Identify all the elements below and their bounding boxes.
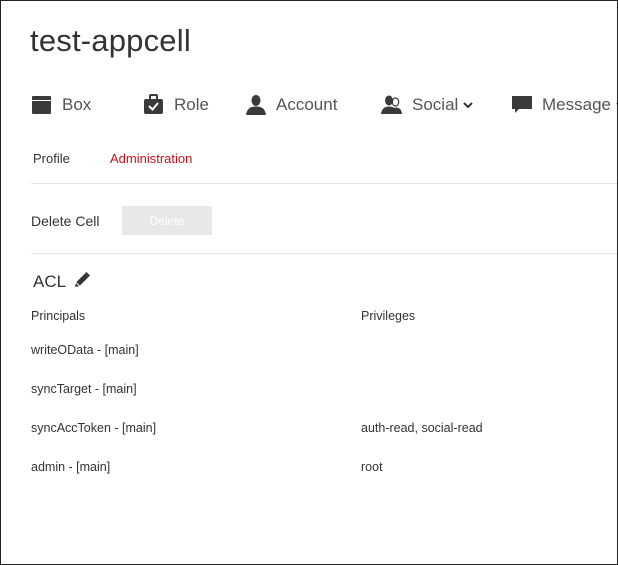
column-header-privileges: Privileges [361,309,416,323]
table-row-privileges: root [361,460,383,474]
message-icon [511,94,533,116]
role-icon [143,94,165,116]
social-icon [381,94,403,116]
main-nav: Box Role Account Social Message [31,89,617,121]
nav-item-message[interactable]: Message [511,89,617,121]
nav-item-box[interactable]: Box [31,89,91,121]
box-icon [31,94,53,116]
table-row-principal: syncAccToken - [main] [31,421,157,435]
nav-item-label: Message [542,95,611,114]
column-header-principals: Principals [31,309,86,323]
nav-item-label: Social [412,95,459,114]
tab-administration[interactable]: Administration [110,151,192,166]
account-icon [245,94,267,116]
chevron-down-icon [463,101,474,109]
acl-title: ACL [33,272,67,291]
table-row-principal: admin - [main] [31,460,111,474]
divider [31,183,617,184]
table-row-privileges: auth-read, social-read [361,421,483,435]
nav-item-account[interactable]: Account [245,89,337,121]
nav-item-role[interactable]: Role [143,89,209,121]
table-row-principal: writeOData - [main] [31,343,139,357]
nav-item-label: Role [174,95,209,114]
delete-button[interactable]: Delete [122,206,212,235]
tab-profile[interactable]: Profile [33,151,70,166]
delete-cell-label: Delete Cell [31,213,100,229]
nav-item-label: Account [276,95,338,114]
app-window: test-appcell Box Role Account Social Mes… [0,0,618,565]
nav-item-social[interactable]: Social [381,89,474,121]
nav-item-label: Box [62,95,92,114]
divider [31,253,617,254]
pencil-icon[interactable] [73,271,91,289]
table-row-principal: syncTarget - [main] [31,382,137,396]
page-title: test-appcell [30,23,191,58]
